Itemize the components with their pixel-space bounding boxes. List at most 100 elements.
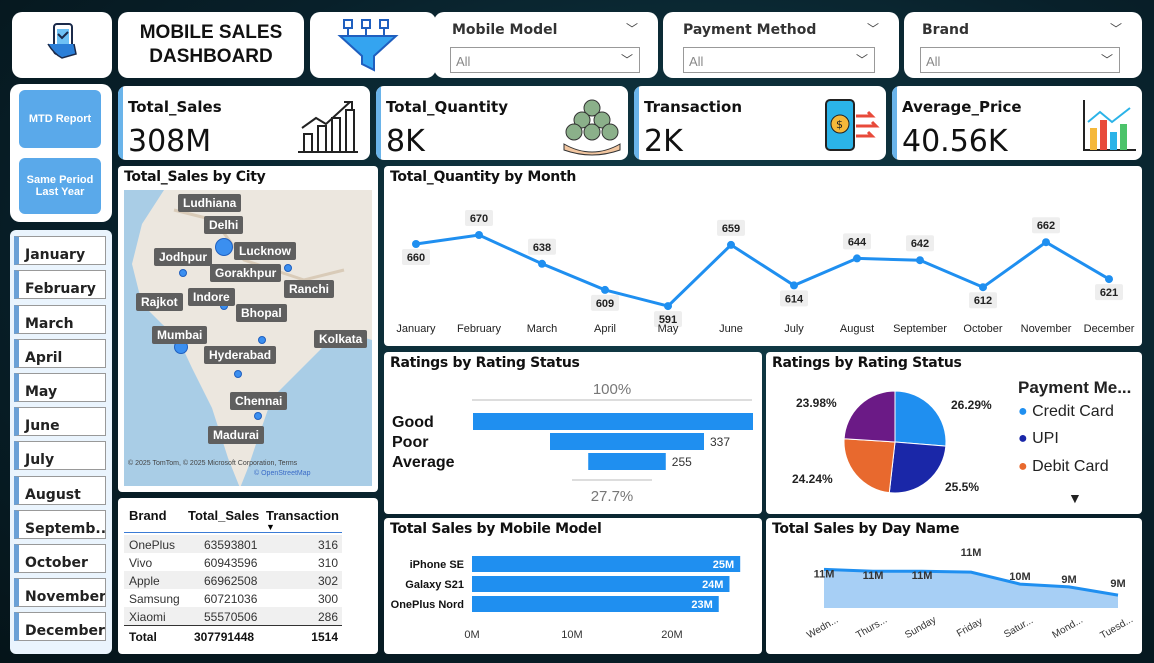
legend-label: Credit Card [1032, 403, 1114, 420]
pie-slice[interactable] [843, 390, 896, 443]
map-attribution-osm[interactable]: © OpenStreetMap [254, 470, 311, 477]
city-label: Hyderabad [204, 346, 277, 364]
line-chart[interactable]: 660January670February638March609April591… [384, 166, 1142, 346]
bar[interactable] [472, 556, 741, 572]
x-tick-label: March [527, 323, 558, 335]
bar[interactable] [472, 576, 730, 592]
chevron-down-icon[interactable]: ﹀ [626, 20, 638, 37]
map-title: Total_Sales by City [124, 169, 266, 185]
bar[interactable] [472, 596, 719, 612]
city-label: Madurai [208, 426, 265, 444]
data-label: 23M [691, 599, 712, 611]
slicer-dropdown[interactable]: All ﹀ [920, 47, 1120, 73]
slicer-payment-method[interactable]: Payment Method ﹀ All ﹀ [663, 12, 899, 78]
month-item[interactable]: August [14, 476, 106, 505]
month-item[interactable]: April [14, 339, 106, 368]
slicer-dropdown[interactable]: All ﹀ [450, 47, 640, 73]
data-label: 9M [1110, 578, 1125, 590]
chevron-down-icon[interactable]: ﹀ [1110, 20, 1122, 37]
month-item[interactable]: December [14, 612, 106, 641]
legend-item-credit-card[interactable]: ● Credit Card [1018, 403, 1114, 421]
city-bubble[interactable] [215, 238, 233, 256]
data-label: 638 [533, 242, 551, 254]
coin-stack-icon [563, 99, 621, 156]
kpi-label: Average_Price [902, 98, 1022, 116]
pie-slice[interactable] [843, 438, 896, 494]
data-point[interactable] [916, 256, 924, 265]
table-header[interactable]: Transaction [266, 508, 339, 523]
data-point[interactable] [601, 285, 609, 294]
kpi-accent [376, 86, 381, 160]
slice-label: 24.24% [792, 472, 833, 486]
table-header[interactable]: Total_Sales [188, 508, 259, 523]
month-item[interactable]: June [14, 407, 106, 436]
city-bubble[interactable] [258, 336, 266, 344]
chevron-down-icon[interactable]: ﹀ [867, 20, 879, 37]
series-line [415, 233, 1110, 308]
bar-growth-icon [298, 101, 358, 153]
city-bubble[interactable] [254, 412, 262, 420]
data-point[interactable] [412, 240, 420, 248]
slicer-value: All [926, 54, 941, 69]
month-item[interactable]: February [14, 270, 106, 299]
area-chart[interactable]: 11M Wedn... 11M Thurs... 11M Sunday 11M Friday 1… [766, 518, 1142, 654]
pie-slice[interactable] [888, 441, 947, 494]
top-label: 100% [593, 381, 631, 398]
month-item[interactable]: Septemb... [14, 510, 106, 539]
month-item[interactable]: July [14, 441, 106, 470]
category-label: Poor [392, 434, 428, 451]
slicer-dropdown[interactable]: All ﹀ [683, 47, 875, 73]
slicer-label: Mobile Model [452, 22, 558, 38]
data-point[interactable] [979, 283, 987, 292]
pie-chart[interactable]: 26.29% 25.5% 24.24% 23.98% [766, 352, 1142, 514]
total-divider [124, 625, 342, 626]
data-label: 255 [672, 455, 692, 469]
data-label: 662 [1037, 220, 1055, 232]
data-point[interactable] [853, 254, 861, 263]
mtd-report-label: MTD Report [28, 113, 92, 125]
month-item[interactable]: October [14, 544, 106, 573]
legend-scroll-down-icon[interactable]: ▼ [1068, 490, 1082, 506]
same-period-last-year-button[interactable]: Same Period Last Year [19, 158, 101, 214]
city-label: Mumbai [152, 326, 208, 344]
pie-slice[interactable] [894, 390, 947, 447]
bar[interactable] [473, 413, 753, 430]
data-point[interactable] [1105, 275, 1113, 284]
funnel-bar-chart[interactable]: 100% Good Poor 337 Average 255 27.7% [384, 352, 762, 514]
kpi-value: 40.56K [902, 124, 1008, 159]
legend-item-upi[interactable]: ● UPI [1018, 430, 1059, 448]
mtd-report-button[interactable]: MTD Report [19, 90, 101, 148]
x-tick-label: 0M [464, 629, 479, 641]
table-cell: Apple [129, 574, 160, 588]
data-point[interactable] [664, 302, 672, 311]
table-header[interactable]: Brand [129, 508, 167, 523]
day-name-card: Total Sales by Day Name 11M Wedn... 11M Thu… [766, 518, 1142, 654]
data-point[interactable] [475, 231, 483, 239]
bar[interactable] [588, 453, 666, 470]
mobile-model-card: Total Sales by Mobile Model iPhone SE 25M… [384, 518, 762, 654]
month-item[interactable]: May [14, 373, 106, 402]
data-label: 614 [785, 293, 804, 305]
legend-item-debit-card[interactable]: ● Debit Card [1018, 458, 1109, 476]
slicer-brand[interactable]: Brand ﹀ All ﹀ [904, 12, 1142, 78]
data-point[interactable] [727, 240, 735, 249]
table-cell: 310 [317, 556, 338, 570]
city-bubble[interactable] [179, 269, 187, 277]
city-bubble[interactable] [284, 264, 292, 272]
month-item[interactable]: March [14, 305, 106, 334]
x-tick-label: November [1021, 323, 1072, 335]
map-canvas[interactable]: Ludhiana Delhi Jodhpur Lucknow Gorakhpur… [124, 190, 372, 486]
city-bubble[interactable] [234, 370, 242, 378]
month-item[interactable]: November [14, 578, 106, 607]
month-item[interactable]: January [14, 236, 106, 265]
dashboard-title-line1: MOBILE SALES [139, 22, 283, 43]
data-point[interactable] [790, 281, 798, 290]
bar[interactable] [550, 433, 704, 450]
slicer-mobile-model[interactable]: Mobile Model ﹀ All ﹀ [434, 12, 658, 78]
slicer-value: All [689, 54, 704, 69]
data-point[interactable] [538, 259, 546, 268]
data-point[interactable] [1042, 238, 1050, 247]
map-attribution: © 2025 TomTom, © 2025 Microsoft Corporat… [128, 460, 298, 467]
city-label: Gorakhpur [210, 264, 282, 282]
bar-chart[interactable]: iPhone SE 25M Galaxy S21 24M OnePlus Nord 23M… [384, 518, 762, 654]
